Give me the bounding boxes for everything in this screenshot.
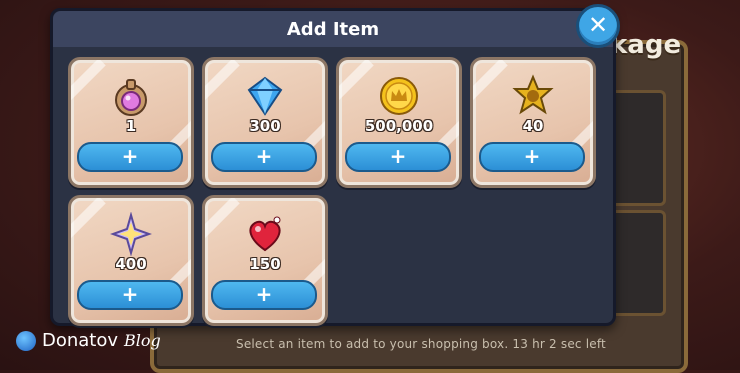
add-crystal-button[interactable]: + (211, 142, 317, 172)
item-quantity: 400 (115, 255, 147, 273)
item-quantity: 500,000 (364, 117, 434, 135)
blue-crystal-icon (247, 76, 283, 116)
watermark-suffix: Blog (124, 331, 161, 350)
item-quantity: 40 (522, 117, 544, 135)
rainbow-star-shard-icon (110, 212, 152, 256)
dialog-header: Add Item (53, 11, 613, 47)
add-potion-button[interactable]: + (77, 142, 183, 172)
item-card-coin: 500,000 + (336, 57, 462, 188)
item-quantity: 300 (249, 117, 281, 135)
close-button[interactable]: ✕ (576, 4, 620, 48)
golden-star-ornament-icon (512, 74, 554, 115)
item-card-potion: 1 + (68, 57, 194, 188)
background-title: kage (610, 30, 682, 60)
item-quantity: 1 (125, 117, 137, 135)
add-coin-button[interactable]: + (345, 142, 451, 172)
add-golden-star-button[interactable]: + (479, 142, 585, 172)
watermark: Donatov Blog (16, 330, 161, 351)
add-item-dialog: Add Item 1 + 300 + 500,000 + 40 + 400 + … (50, 8, 616, 326)
add-star-shard-button[interactable]: + (77, 280, 183, 310)
item-card-golden-star: 40 + (470, 57, 596, 188)
red-heart-jelly-icon (249, 216, 281, 252)
add-heart-jelly-button[interactable]: + (211, 280, 317, 310)
donatov-logo-icon (16, 330, 36, 351)
gold-coin-icon (380, 77, 418, 115)
item-card-star-shard: 400 + (68, 195, 194, 326)
watermark-brand: Donatov (42, 330, 119, 351)
dialog-title: Add Item (286, 19, 380, 40)
item-card-heart-jelly: 150 + (202, 195, 328, 326)
shopping-box-hint: Select an item to add to your shopping b… (236, 337, 606, 351)
potion-pouch-icon (115, 79, 147, 116)
item-quantity: 150 (249, 255, 281, 273)
item-card-crystal: 300 + (202, 57, 328, 188)
